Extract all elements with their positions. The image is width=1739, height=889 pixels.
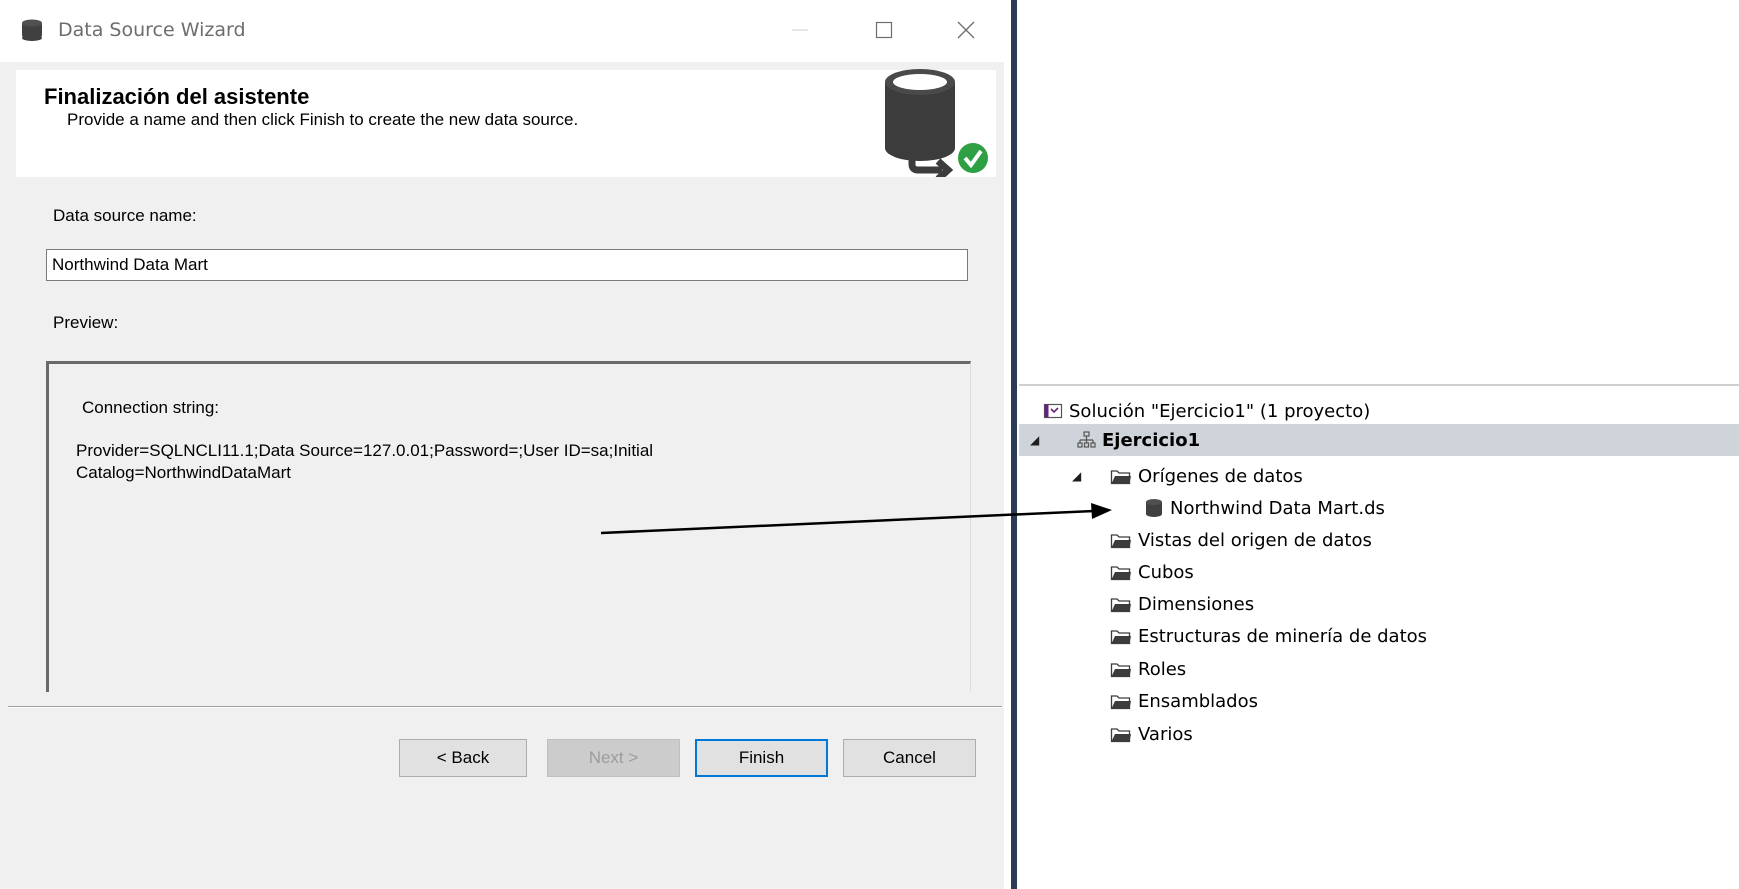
- annotation-arrow: [600, 503, 1112, 535]
